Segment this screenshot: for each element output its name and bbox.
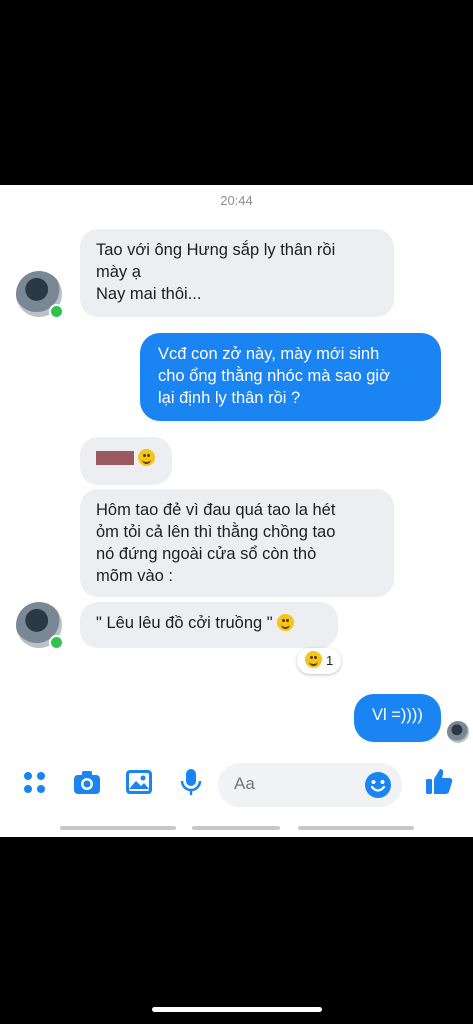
incoming-message[interactable]: Tao với ông Hưng sắp ly thân rồi mày ạ N… — [80, 229, 394, 317]
home-indicator[interactable] — [152, 1007, 322, 1012]
tab-indicator — [60, 826, 176, 830]
incoming-message[interactable]: " Lêu lêu đồ cởi truồng " — [80, 602, 338, 648]
reaction-count: 1 — [326, 653, 334, 668]
online-indicator — [49, 635, 64, 650]
reaction-badge[interactable]: 1 — [297, 648, 342, 674]
message-text: Vcđ con zở này, mày mới sinh cho ổng thằ… — [158, 345, 390, 407]
microphone-icon[interactable] — [176, 767, 206, 797]
seen-avatar — [447, 721, 469, 743]
incoming-message[interactable] — [80, 437, 172, 485]
online-indicator — [49, 304, 64, 319]
message-input[interactable] — [232, 773, 356, 795]
outgoing-message[interactable]: Vl =)))) — [354, 694, 441, 742]
smile-emoji-icon — [138, 449, 155, 466]
emoji-icon[interactable] — [364, 771, 392, 799]
message-text: Hôm tao đẻ vì đau quá tao la hét ỏm tỏi … — [96, 501, 336, 585]
laughing-emoji-icon — [305, 651, 322, 668]
message-text: Vl =)))) — [372, 706, 423, 724]
composer-toolbar — [0, 753, 473, 823]
smile-emoji-icon — [276, 614, 294, 631]
message-text: Tao với ông Hưng sắp ly thân rồi mày ạ N… — [96, 241, 336, 303]
redacted-block — [96, 451, 134, 465]
message-composer[interactable] — [218, 763, 402, 807]
message-text: " Lêu lêu đồ cởi truồng " — [96, 614, 273, 632]
more-apps-icon[interactable] — [20, 767, 50, 797]
incoming-message[interactable]: Hôm tao đẻ vì đau quá tao la hét ỏm tỏi … — [80, 489, 394, 597]
like-icon[interactable] — [423, 765, 455, 797]
gallery-icon[interactable] — [124, 767, 154, 797]
outgoing-message[interactable]: Vcđ con zở này, mày mới sinh cho ổng thằ… — [140, 333, 441, 421]
camera-icon[interactable] — [72, 767, 102, 797]
messenger-screenshot: 20:44 Tao với ông Hưng sắp ly thân rồi m… — [0, 185, 473, 837]
timestamp: 20:44 — [220, 193, 253, 208]
tab-indicator — [298, 826, 414, 830]
tab-indicator — [192, 826, 280, 830]
